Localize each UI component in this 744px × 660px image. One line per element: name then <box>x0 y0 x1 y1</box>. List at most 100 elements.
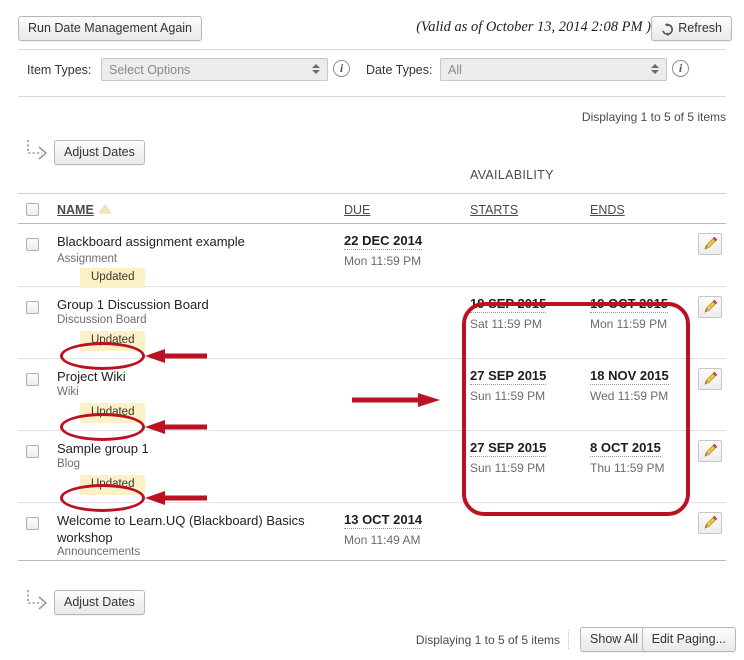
edit-paging-button[interactable]: Edit Paging... <box>641 627 736 652</box>
column-header-name-label: NAME <box>57 203 94 217</box>
column-header-name[interactable]: NAME <box>57 203 111 217</box>
divider-filters <box>18 96 726 97</box>
show-all-button[interactable]: Show All <box>580 627 648 652</box>
select-all-checkbox[interactable] <box>26 203 39 216</box>
column-header-ends[interactable]: ENDS <box>590 203 625 217</box>
table-header-row: NAME DUE STARTS ENDS <box>18 193 726 224</box>
due-date[interactable]: 22 DEC 2014 <box>344 233 423 250</box>
item-type: Assignment <box>57 253 118 265</box>
refresh-icon <box>661 22 674 36</box>
item-name[interactable]: Group 1 Discussion Board <box>57 296 327 313</box>
starts-date-cell: 19 SEP 2015 Sat 11:59 PM <box>470 296 590 331</box>
sort-ascending-triangle-icon <box>98 205 111 213</box>
row-checkbox[interactable] <box>26 238 39 251</box>
refresh-label: Refresh <box>678 21 722 35</box>
item-type: Discussion Board <box>57 314 147 326</box>
row-checkbox[interactable] <box>26 445 39 458</box>
pencil-icon <box>704 236 718 250</box>
ends-date-cell: 19 OCT 2015 Mon 11:59 PM <box>590 296 710 331</box>
status-badge: Updated <box>80 331 146 351</box>
due-date-cell: 13 OCT 2014 Mon 11:49 AM <box>344 512 464 547</box>
edit-row-button[interactable] <box>698 233 722 255</box>
item-types-label: Item Types: <box>27 63 92 77</box>
adjust-dates-button-top[interactable]: Adjust Dates <box>54 140 145 165</box>
due-date-cell: 22 DEC 2014 Mon 11:59 PM <box>344 233 464 268</box>
table-row: Group 1 Discussion Board Discussion Boar… <box>18 287 726 359</box>
ends-date[interactable]: 19 OCT 2015 <box>590 296 669 313</box>
edit-row-button[interactable] <box>698 512 722 534</box>
item-type: Announcements <box>57 546 141 558</box>
date-types-info-icon[interactable]: i <box>672 60 689 77</box>
item-type: Blog <box>57 458 81 470</box>
item-name[interactable]: Blackboard assignment example <box>57 233 327 250</box>
starts-date-cell: 27 SEP 2015 Sun 11:59 PM <box>470 440 590 475</box>
starts-date-cell: 27 SEP 2015 Sun 11:59 PM <box>470 368 590 403</box>
table-row: Sample group 1 Blog Updated 27 SEP 2015 … <box>18 431 726 503</box>
pencil-icon <box>704 443 718 457</box>
status-badge: Updated <box>80 268 146 288</box>
item-name[interactable]: Welcome to Learn.UQ (Blackboard) Basics … <box>57 512 327 546</box>
table-row: Blackboard assignment example Assignment… <box>18 224 726 288</box>
status-badge: Updated <box>80 403 146 423</box>
pencil-icon <box>704 299 718 313</box>
date-management-page: Run Date Management Again (Valid as of O… <box>0 0 744 660</box>
column-header-due[interactable]: DUE <box>344 203 370 217</box>
row-checkbox[interactable] <box>26 517 39 530</box>
branch-arrow-icon <box>26 590 52 614</box>
adjust-dates-toolbar-bottom: Adjust Dates <box>0 590 744 616</box>
starts-date[interactable]: 19 SEP 2015 <box>470 296 547 313</box>
edit-row-button[interactable] <box>698 440 722 462</box>
valid-as-of-text: (Valid as of October 13, 2014 2:08 PM ) <box>416 19 651 35</box>
ends-date-cell: 18 NOV 2015 Wed 11:59 PM <box>590 368 710 403</box>
item-types-select[interactable]: Select Options <box>101 58 328 81</box>
table-footer: Displaying 1 to 5 of 5 items Show All Ed… <box>0 626 744 660</box>
item-name[interactable]: Project Wiki <box>57 368 327 385</box>
starts-date[interactable]: 27 SEP 2015 <box>470 368 547 385</box>
footer-divider <box>568 630 569 649</box>
refresh-button[interactable]: Refresh <box>651 16 732 41</box>
due-time: Mon 11:49 AM <box>344 533 421 547</box>
filter-bar: Item Types: Select Options i Date Types:… <box>0 58 744 90</box>
item-type: Wiki <box>57 386 79 398</box>
item-name[interactable]: Sample group 1 <box>57 440 327 457</box>
column-header-starts[interactable]: STARTS <box>470 203 518 217</box>
due-time: Mon 11:59 PM <box>344 254 422 268</box>
ends-date[interactable]: 8 OCT 2015 <box>590 440 661 457</box>
chevron-updown-icon <box>650 63 659 78</box>
table-row: Project Wiki Wiki Updated 27 SEP 2015 Su… <box>18 359 726 431</box>
run-date-management-again-button[interactable]: Run Date Management Again <box>18 16 202 41</box>
edit-row-button[interactable] <box>698 368 722 390</box>
starts-date[interactable]: 27 SEP 2015 <box>470 440 547 457</box>
due-date[interactable]: 13 OCT 2014 <box>344 512 423 529</box>
ends-time: Wed 11:59 PM <box>590 389 669 403</box>
ends-date[interactable]: 18 NOV 2015 <box>590 368 669 385</box>
items-table: NAME DUE STARTS ENDS Blackboard assignme… <box>18 193 726 561</box>
item-types-value: Select Options <box>109 63 191 77</box>
pencil-icon <box>704 515 718 529</box>
page-toolbar: Run Date Management Again (Valid as of O… <box>0 0 744 48</box>
starts-time: Sun 11:59 PM <box>470 389 546 403</box>
ends-time: Thu 11:59 PM <box>590 461 665 475</box>
displaying-count-bottom: Displaying 1 to 5 of 5 items <box>415 633 560 647</box>
starts-time: Sun 11:59 PM <box>470 461 546 475</box>
edit-row-button[interactable] <box>698 296 722 318</box>
branch-arrow-icon <box>26 140 52 164</box>
ends-date-cell: 8 OCT 2015 Thu 11:59 PM <box>590 440 710 475</box>
adjust-dates-button-bottom[interactable]: Adjust Dates <box>54 590 145 615</box>
displaying-count-top: Displaying 1 to 5 of 5 items <box>581 110 726 124</box>
availability-group-header: AVAILABILITY <box>470 168 554 182</box>
divider-top <box>18 49 726 50</box>
adjust-dates-toolbar-top: Adjust Dates <box>0 140 744 166</box>
date-types-select[interactable]: All <box>440 58 667 81</box>
status-badge: Updated <box>80 475 146 495</box>
date-types-label: Date Types: <box>366 63 433 77</box>
chevron-updown-icon <box>311 63 320 78</box>
item-types-info-icon[interactable]: i <box>333 60 350 77</box>
ends-time: Mon 11:59 PM <box>590 317 668 331</box>
row-checkbox[interactable] <box>26 373 39 386</box>
row-checkbox[interactable] <box>26 301 39 314</box>
table-row: Welcome to Learn.UQ (Blackboard) Basics … <box>18 503 726 561</box>
pencil-icon <box>704 371 718 385</box>
date-types-value: All <box>448 63 462 77</box>
starts-time: Sat 11:59 PM <box>470 317 542 331</box>
